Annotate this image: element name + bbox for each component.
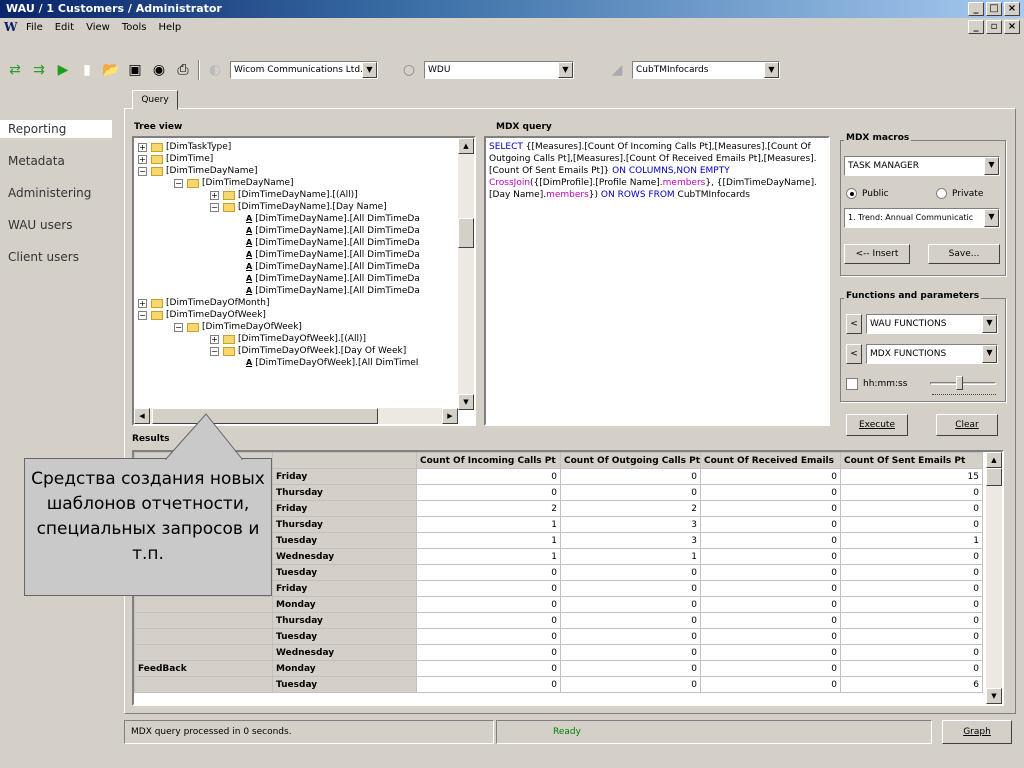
callout-pointer-shape	[164, 413, 244, 460]
callout-pointer	[164, 413, 244, 460]
application-window: WAU / 1 Customers / Administrator _ □ × …	[0, 0, 1024, 768]
